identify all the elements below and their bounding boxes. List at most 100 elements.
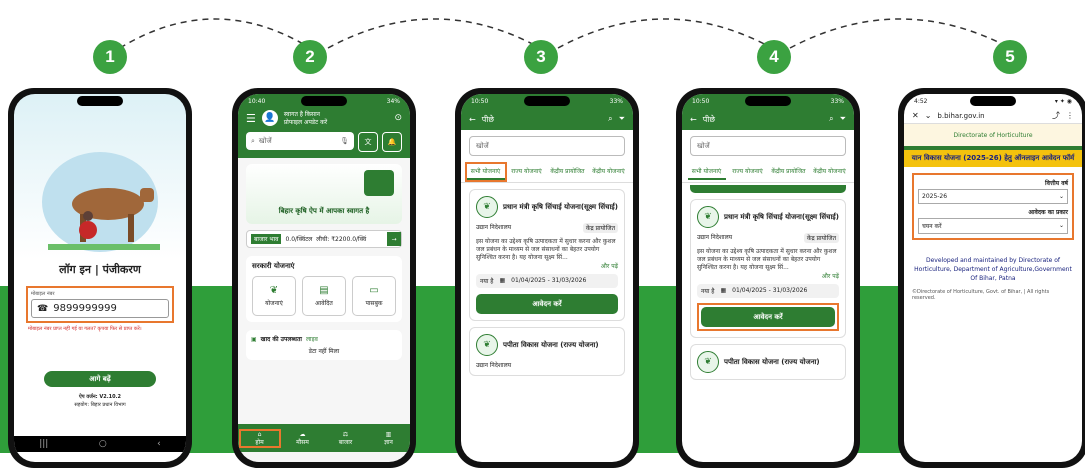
tile-applied[interactable]: ▤ आवेदित xyxy=(302,276,346,316)
scheme-logo-icon: ❦ xyxy=(476,196,498,218)
scheme-card[interactable]: ❦ प्रधान मंत्री कृषि सिंचाई योजना(सूक्ष्म… xyxy=(469,189,625,321)
tab-central-sponsored[interactable]: केंद्रीय प्रायोजित xyxy=(770,164,808,180)
apply-button[interactable]: आवेदन करें xyxy=(701,307,835,327)
back-arrow-icon[interactable]: ← xyxy=(469,115,476,124)
home-icon[interactable]: ○ xyxy=(99,439,107,449)
search-input[interactable]: खोजें xyxy=(259,137,336,146)
fy-label: वित्तीय वर्ष xyxy=(1045,180,1068,187)
scheme-title: पपीता विकास योजना (राज्य योजना) xyxy=(724,357,820,366)
profile-update-link[interactable]: प्रोफाइल अपडेट करें xyxy=(284,118,389,126)
phone-notch xyxy=(77,96,123,106)
apply-button[interactable]: आवेदन करें xyxy=(476,294,618,314)
scheme-description: इस योजना का उद्देश्य कृषि उत्पादकता में … xyxy=(697,248,837,271)
back-label[interactable]: पीछे xyxy=(482,114,494,125)
browser-bar: ✕ ⌄ b.bihar.gov.in ⤴ ⋮ xyxy=(904,108,1082,124)
menu-icon[interactable]: ☰ xyxy=(246,112,256,125)
scheme-tabs: सभी योजनाएं राज्य योजनाएं केंद्रीय प्राय… xyxy=(461,162,633,183)
scheme-title: प्रधान मंत्री कृषि सिंचाई योजना(सूक्ष्म … xyxy=(724,212,839,221)
market-icon: ⚖ xyxy=(342,430,349,438)
search-icon[interactable]: ⌕ xyxy=(608,114,612,124)
back-icon[interactable]: ‹ xyxy=(157,439,161,449)
scheme-dates: 01/04/2025 - 31/03/2026 xyxy=(732,287,808,294)
url-bar[interactable]: b.bihar.gov.in xyxy=(937,112,1046,120)
recents-icon[interactable]: ||| xyxy=(39,439,48,449)
phone-icon: ☎ xyxy=(37,303,49,314)
site-header: Directorate of Horticulture xyxy=(904,124,1082,146)
scheme-card[interactable]: ❦ पपीता विकास योजना (राज्य योजना) उद्यान … xyxy=(469,327,625,376)
tab-state-schemes[interactable]: राज्य योजनाएं xyxy=(729,164,767,180)
filter-icon[interactable]: ⏷ xyxy=(840,114,846,124)
scheme-card[interactable]: ❦ प्रधान मंत्री कृषि सिंचाई योजना(सूक्ष्म… xyxy=(690,199,846,338)
step-badge-3: 3 xyxy=(524,40,558,74)
back-label[interactable]: पीछे xyxy=(703,114,715,125)
fertilizer-status: डेटा नहीं मिला xyxy=(308,348,340,355)
form-title: यान विकास योजना (2025-26) हेतु ऑनलाइन आव… xyxy=(904,150,1082,167)
fertilizer-card[interactable]: ▣ खाद की उपलब्धता लाइव डेटा नहीं मिला xyxy=(246,330,402,360)
new-tag: नया है xyxy=(701,288,715,295)
step-badge-4: 4 xyxy=(757,40,791,74)
back-arrow-icon[interactable]: ← xyxy=(690,115,697,124)
search-input[interactable]: खोजें xyxy=(469,136,625,156)
mobile-input[interactable]: ☎ 9899999999 xyxy=(31,299,169,318)
scheme-title: प्रधान मंत्री कृषि सिंचाई योजना(सूक्ष्म … xyxy=(503,202,618,211)
chevron-down-icon: ⌄ xyxy=(1058,193,1064,200)
farmer-cow-illustration xyxy=(48,188,160,250)
live-badge: लाइव xyxy=(305,336,318,343)
close-icon[interactable]: ✕ xyxy=(912,111,919,120)
fertilizer-title: खाद की उपलब्धता xyxy=(260,336,302,343)
nav-weather[interactable]: ☁ मौसम xyxy=(284,431,322,446)
home-icon: ⌂ xyxy=(257,430,262,438)
fy-select[interactable]: 2025-26 ⌄ xyxy=(918,189,1068,204)
passbook-icon: ▭ xyxy=(369,285,379,296)
mobile-input-value: 9899999999 xyxy=(53,303,117,314)
phone-apply: 10:50 33% ← पीछे ⌕ ⏷ खोजें सभी योजनाएं रा… xyxy=(676,88,860,468)
calendar-icon: ▦ xyxy=(499,277,506,284)
read-more-link[interactable]: और पढ़ें xyxy=(476,262,618,270)
step-badge-5: 5 xyxy=(993,40,1027,74)
schemes-section: सरकारी योजनाएं ❦ योजनाएं ▤ आवेदित ▭ पासबुक xyxy=(246,256,402,322)
tab-central-sponsored[interactable]: केंद्रीय प्रायोजित xyxy=(549,164,587,180)
scheme-type-badge: केंद्र प्रायोजित xyxy=(582,223,618,233)
arrow-right-icon[interactable]: → xyxy=(387,232,401,246)
settings-icon[interactable]: ⊙ xyxy=(394,113,402,123)
phone-notch xyxy=(970,96,1016,106)
tab-central-schemes[interactable]: केंद्रीय योजनाएं xyxy=(590,164,628,180)
bottom-nav: ⌂ होम ☁ मौसम ⚖ बाजार ▥ ज्ञान xyxy=(238,424,410,452)
tab-all-schemes[interactable]: सभी योजनाएं xyxy=(464,162,507,182)
more-options-icon[interactable]: ⋮ xyxy=(1066,111,1074,120)
step-badge-1: 1 xyxy=(93,40,127,74)
scheme-logo-icon: ❦ xyxy=(476,334,498,356)
login-title: लॉग इन | पंजीकरण xyxy=(59,263,141,276)
tab-central-schemes[interactable]: केंद्रीय योजनाएं xyxy=(811,164,849,180)
avatar[interactable]: 👤 xyxy=(261,110,278,126)
tile-schemes[interactable]: ❦ योजनाएं xyxy=(252,276,296,316)
scheme-card[interactable]: ❦ पपीता विकास योजना (राज्य योजना) xyxy=(690,344,846,380)
scheme-logo-icon: ❦ xyxy=(697,206,719,228)
scheme-department: उद्यान निदेशालय xyxy=(476,362,512,369)
read-more-link[interactable]: और पढ़ें xyxy=(697,272,839,280)
mic-icon[interactable]: 🎙 xyxy=(340,137,349,145)
mobile-helper-text: मोबाइल नंबर प्राप्त नहीं गई या गलत? कृपय… xyxy=(28,326,142,332)
search-icon: ⌕ xyxy=(251,136,255,145)
system-nav-bar: ||| ○ ‹ xyxy=(14,436,186,452)
nav-home[interactable]: ⌂ होम xyxy=(238,428,281,448)
tab-state-schemes[interactable]: राज्य योजनाएं xyxy=(508,164,546,180)
weather-icon: ☁ xyxy=(299,430,306,438)
footer-credit: सहयोग: बिहार प्रधान विभाग xyxy=(74,402,126,408)
welcome-banner[interactable]: बिहार कृषि ऐप में आपका स्वागत है xyxy=(246,164,402,224)
translate-icon[interactable]: 文 xyxy=(358,132,378,152)
nav-knowledge[interactable]: ▥ ज्ञान xyxy=(370,431,408,446)
continue-button[interactable]: आगे बढ़ें xyxy=(44,371,156,387)
applicant-type-select[interactable]: चयन करें ⌄ xyxy=(918,218,1068,234)
copyright: ©Directorate of Horticulture, Govt. of B… xyxy=(912,289,1050,301)
market-price-ticker[interactable]: बाजार भाव 0.0/क्विंटल लीची: ₹2200.0/क्वि… xyxy=(246,230,402,248)
chevron-down-icon[interactable]: ⌄ xyxy=(925,111,932,120)
filter-icon[interactable]: ⏷ xyxy=(619,114,625,124)
tile-passbook[interactable]: ▭ पासबुक xyxy=(352,276,396,316)
search-icon[interactable]: ⌕ xyxy=(829,114,833,124)
search-input[interactable]: खोजें xyxy=(690,136,846,156)
nav-market[interactable]: ⚖ बाजार xyxy=(327,431,365,446)
share-icon[interactable]: ⤴ xyxy=(1052,110,1060,121)
notification-icon[interactable]: 🔔 xyxy=(382,132,402,152)
tab-all-schemes[interactable]: सभी योजनाएं xyxy=(687,164,726,180)
